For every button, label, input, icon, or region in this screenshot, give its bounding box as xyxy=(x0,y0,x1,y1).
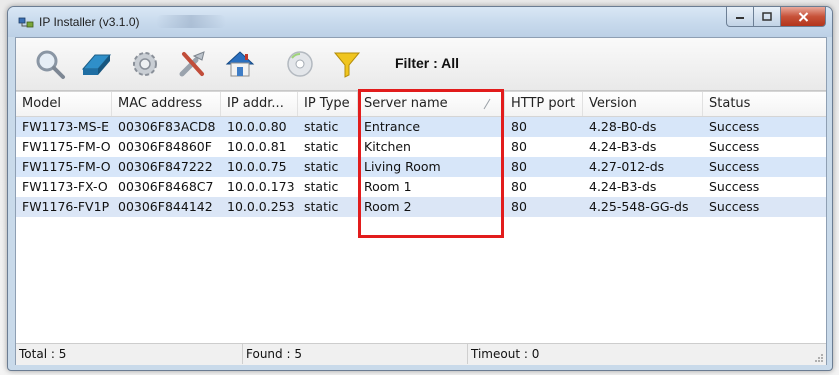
column-header-model[interactable]: Model xyxy=(16,92,112,116)
column-header-iptype[interactable]: IP Type xyxy=(298,92,358,116)
tools-icon xyxy=(179,51,205,77)
cell-version: 4.28-B0-ds xyxy=(589,119,657,134)
cell-httpport: 80 xyxy=(511,159,527,174)
device-list[interactable]: Model MAC address IP addr... IP Type Ser… xyxy=(16,91,826,344)
cell-status: Success xyxy=(709,139,760,154)
cell-mac: 00306F844142 xyxy=(118,199,213,214)
close-button[interactable] xyxy=(781,7,826,27)
table-row[interactable]: FW1176-FV1P 00306F844142 10.0.0.253 stat… xyxy=(16,197,826,217)
cell-iptype: static xyxy=(304,179,339,194)
cell-model: FW1176-FV1P xyxy=(22,199,110,214)
caption-buttons xyxy=(726,7,826,27)
table-row[interactable]: FW1173-MS-E 00306F83ACD8 10.0.0.80 stati… xyxy=(16,117,826,137)
cell-httpport: 80 xyxy=(511,179,527,194)
disc-button[interactable] xyxy=(282,47,318,81)
cell-ip: 10.0.0.173 xyxy=(227,179,295,194)
cell-servername: Room 2 xyxy=(364,199,412,214)
close-icon xyxy=(798,11,808,22)
cell-model: FW1173-MS-E xyxy=(22,119,109,134)
cell-mac: 00306F8468C7 xyxy=(118,179,214,194)
filter-label: Filter : All xyxy=(395,55,460,71)
cell-model: FW1175-FM-O xyxy=(22,139,111,154)
minimize-button[interactable] xyxy=(726,7,754,27)
cell-mac: 00306F847222 xyxy=(118,159,213,174)
column-header-servername[interactable]: Server name xyxy=(358,92,505,116)
cell-ip: 10.0.0.75 xyxy=(227,159,287,174)
cell-servername: Entrance xyxy=(364,119,421,134)
cell-status: Success xyxy=(709,199,760,214)
search-button[interactable] xyxy=(32,47,68,81)
cell-ip: 10.0.0.253 xyxy=(227,199,295,214)
cell-httpport: 80 xyxy=(511,119,527,134)
table-row[interactable]: FW1175-FM-O 00306F847222 10.0.0.75 stati… xyxy=(16,157,826,177)
status-total: Total : 5 xyxy=(16,344,243,364)
eraser-icon xyxy=(81,54,112,75)
cell-iptype: static xyxy=(304,199,339,214)
cell-iptype: static xyxy=(304,139,339,154)
network-app-icon xyxy=(18,15,34,29)
cell-version: 4.25-548-GG-ds xyxy=(589,199,689,214)
gear-icon xyxy=(133,52,157,76)
status-timeout: Timeout : 0 xyxy=(471,347,540,361)
column-header-version[interactable]: Version xyxy=(583,92,703,116)
cell-model: FW1175-FM-O xyxy=(22,159,111,174)
cell-model: FW1173-FX-O xyxy=(22,179,108,194)
magnifier-icon xyxy=(36,50,65,79)
cell-iptype: static xyxy=(304,119,339,134)
tools-button[interactable] xyxy=(175,47,211,81)
column-header-httpport[interactable]: HTTP port xyxy=(505,92,583,116)
cell-httpport: 80 xyxy=(511,139,527,154)
app-window: IP Installer (v3.1.0) Filter: All Model… xyxy=(7,6,833,371)
cell-servername: Room 1 xyxy=(364,179,412,194)
column-header-servername-label: Server name xyxy=(364,96,448,111)
column-header-mac[interactable]: MAC address xyxy=(112,92,221,116)
title-blur xyxy=(156,15,226,28)
minimize-icon xyxy=(736,16,744,19)
cell-status: Success xyxy=(709,159,760,174)
cell-servername: Kitchen xyxy=(364,139,411,154)
table-row[interactable]: FW1175-FM-O 00306F84860F 10.0.0.81 stati… xyxy=(16,137,826,157)
home-button[interactable] xyxy=(222,47,258,81)
settings-button[interactable] xyxy=(127,47,163,81)
sort-indicator-icon xyxy=(483,98,491,110)
table-row[interactable]: FW1173-FX-O 00306F8468C7 10.0.0.173 stat… xyxy=(16,177,826,197)
cell-version: 4.27-012-ds xyxy=(589,159,665,174)
cell-mac: 00306F83ACD8 xyxy=(118,119,216,134)
resize-grip-icon[interactable] xyxy=(814,353,824,363)
column-header-ip[interactable]: IP addr... xyxy=(221,92,298,116)
list-header: Model MAC address IP addr... IP Type Ser… xyxy=(16,92,826,117)
funnel-icon xyxy=(333,52,361,78)
status-found: Found : 5 xyxy=(243,344,468,364)
cell-status: Success xyxy=(709,119,760,134)
cell-iptype: static xyxy=(304,159,339,174)
cell-mac: 00306F84860F xyxy=(118,139,212,154)
maximize-icon xyxy=(762,12,772,21)
window-title: IP Installer (v3.1.0) xyxy=(39,15,140,29)
cell-version: 4.24-B3-ds xyxy=(589,179,657,194)
cell-status: Success xyxy=(709,179,760,194)
cell-ip: 10.0.0.80 xyxy=(227,119,287,134)
cell-servername: Living Room xyxy=(364,159,441,174)
status-bar: Total : 5 Found : 5 Timeout : 0 xyxy=(16,343,826,365)
client-area: Filter : All Model MAC address IP addr..… xyxy=(15,37,827,365)
cell-version: 4.24-B3-ds xyxy=(589,139,657,154)
title-bar[interactable]: IP Installer (v3.1.0) xyxy=(8,7,832,37)
erase-button[interactable] xyxy=(78,47,114,81)
filter-button[interactable] xyxy=(329,47,365,81)
column-header-status[interactable]: Status xyxy=(703,92,826,116)
disc-icon xyxy=(287,51,313,77)
maximize-button[interactable] xyxy=(754,7,781,27)
toolbar: Filter : All xyxy=(16,38,826,91)
house-icon xyxy=(225,51,255,77)
cell-httpport: 80 xyxy=(511,199,527,214)
cell-ip: 10.0.0.81 xyxy=(227,139,287,154)
